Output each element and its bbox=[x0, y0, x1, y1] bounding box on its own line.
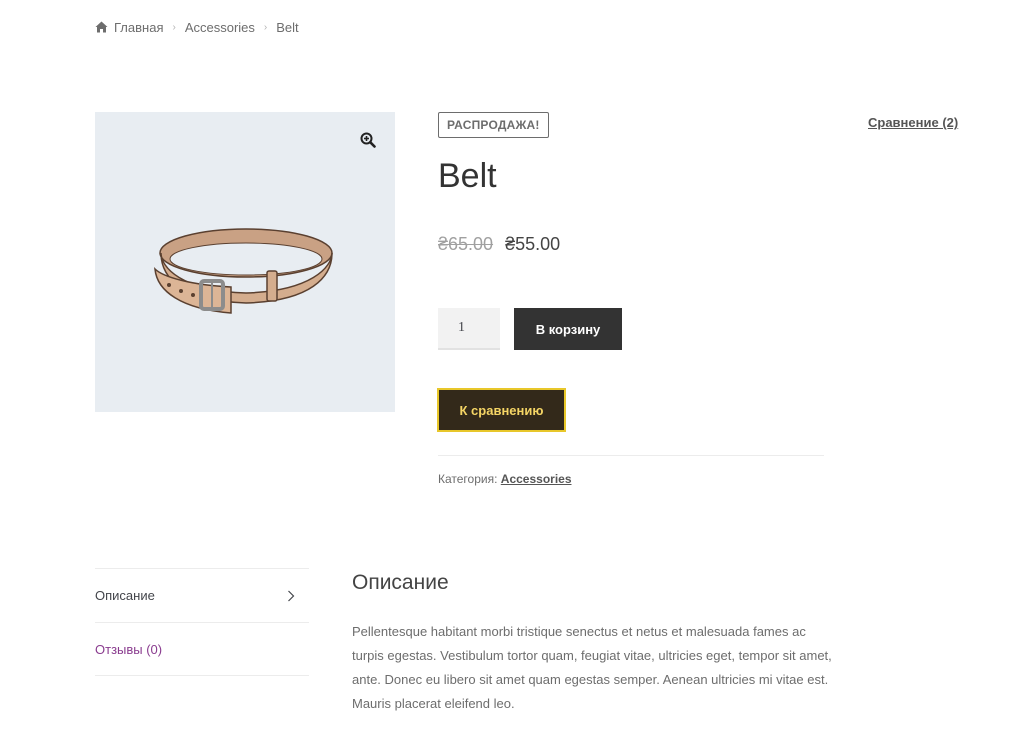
add-to-cart-button[interactable]: В корзину bbox=[514, 308, 622, 350]
belt-illustration bbox=[154, 228, 333, 314]
divider bbox=[438, 455, 824, 456]
category-link[interactable]: Accessories bbox=[501, 472, 572, 486]
compare-link[interactable]: Сравнение (2) bbox=[868, 115, 958, 130]
breadcrumb-current: Belt bbox=[276, 19, 299, 35]
tab-description[interactable]: Описание bbox=[95, 568, 309, 622]
category-label: Категория: bbox=[438, 472, 498, 486]
breadcrumb-accessories-link[interactable]: Accessories bbox=[185, 20, 255, 35]
breadcrumb-home-link[interactable]: Главная bbox=[114, 20, 163, 35]
home-icon bbox=[95, 21, 108, 33]
breadcrumb: Главная › Accessories › Belt bbox=[95, 19, 299, 35]
new-price: ₴55.00 bbox=[505, 234, 561, 254]
tab-reviews[interactable]: Отзывы (0) bbox=[95, 622, 309, 676]
zoom-in-icon[interactable] bbox=[360, 132, 376, 148]
product-category: Категория: Accessories bbox=[438, 472, 572, 486]
description-title: Описание bbox=[352, 571, 449, 594]
tab-reviews-label: Отзывы (0) bbox=[95, 641, 163, 657]
product-tabs: Описание Отзывы (0) bbox=[95, 568, 309, 676]
product-title: Belt bbox=[438, 157, 497, 195]
breadcrumb-separator-icon: › bbox=[263, 21, 268, 33]
add-to-compare-button[interactable]: К сравнению bbox=[437, 388, 566, 432]
description-text: Pellentesque habitant morbi tristique se… bbox=[352, 624, 832, 711]
tab-description-label: Описание bbox=[95, 588, 155, 603]
sale-badge: РАСПРОДАЖА! bbox=[438, 112, 549, 138]
product-image[interactable] bbox=[95, 112, 395, 412]
old-price: ₴65.00 bbox=[438, 234, 494, 254]
product-page: Главная › Accessories › Belt РАСПРОДАЖА!… bbox=[0, 0, 1024, 744]
breadcrumb-separator-icon: › bbox=[172, 21, 176, 33]
chevron-right-icon bbox=[288, 590, 295, 601]
product-price: ₴65.00 ₴55.00 bbox=[438, 234, 560, 255]
quantity-input[interactable] bbox=[438, 308, 500, 350]
